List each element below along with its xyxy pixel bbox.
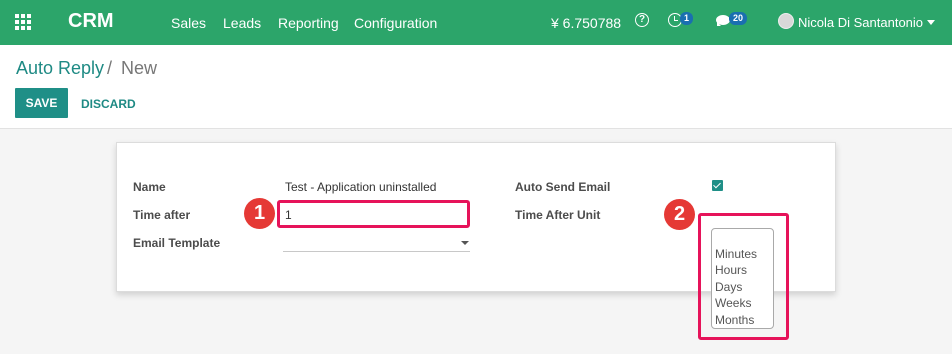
name-label: Name xyxy=(133,180,166,194)
breadcrumb-current: New xyxy=(121,58,158,78)
name-field[interactable]: Test - Application uninstalled xyxy=(285,180,436,194)
message-count-badge: 20 xyxy=(729,12,748,25)
help-icon[interactable]: ? xyxy=(635,13,649,27)
app-title[interactable]: CRM xyxy=(68,10,114,33)
user-menu[interactable]: Nicola Di Santantonio xyxy=(798,15,923,30)
highlight-time-unit xyxy=(698,213,789,340)
breadcrumb-separator: / xyxy=(107,58,113,78)
email-template-underline xyxy=(283,251,470,252)
breadcrumb-root[interactable]: Auto Reply xyxy=(16,58,104,79)
email-template-label: Email Template xyxy=(133,236,221,250)
messaging-icon[interactable] xyxy=(716,15,730,26)
time-after-unit-label: Time After Unit xyxy=(515,208,601,222)
step-marker-2: 2 xyxy=(664,199,695,230)
activity-count-badge: 1 xyxy=(680,12,694,25)
menu-sales[interactable]: Sales xyxy=(171,15,206,31)
email-template-select[interactable] xyxy=(285,236,461,250)
step-marker-1: 1 xyxy=(244,198,275,229)
control-panel: Auto Reply / New SAVE DISCARD xyxy=(0,45,952,129)
user-menu-caret-icon[interactable] xyxy=(927,20,935,25)
auto-send-email-label: Auto Send Email xyxy=(515,180,611,194)
save-button[interactable]: SAVE xyxy=(15,88,68,118)
time-after-label: Time after xyxy=(133,208,191,222)
highlight-time-after xyxy=(277,200,470,228)
menu-reporting[interactable]: Reporting xyxy=(278,15,339,31)
user-avatar[interactable] xyxy=(778,13,794,29)
currency-rate: ¥ 6.750788 xyxy=(551,15,622,31)
auto-send-email-checkbox[interactable] xyxy=(712,180,723,191)
email-template-caret-icon[interactable] xyxy=(461,241,469,245)
menu-leads[interactable]: Leads xyxy=(223,15,261,31)
discard-button[interactable]: DISCARD xyxy=(81,97,136,111)
menu-configuration[interactable]: Configuration xyxy=(354,15,437,31)
top-navbar: CRM Sales Leads Reporting Configuration … xyxy=(0,0,952,45)
apps-grid-icon[interactable] xyxy=(15,14,33,30)
